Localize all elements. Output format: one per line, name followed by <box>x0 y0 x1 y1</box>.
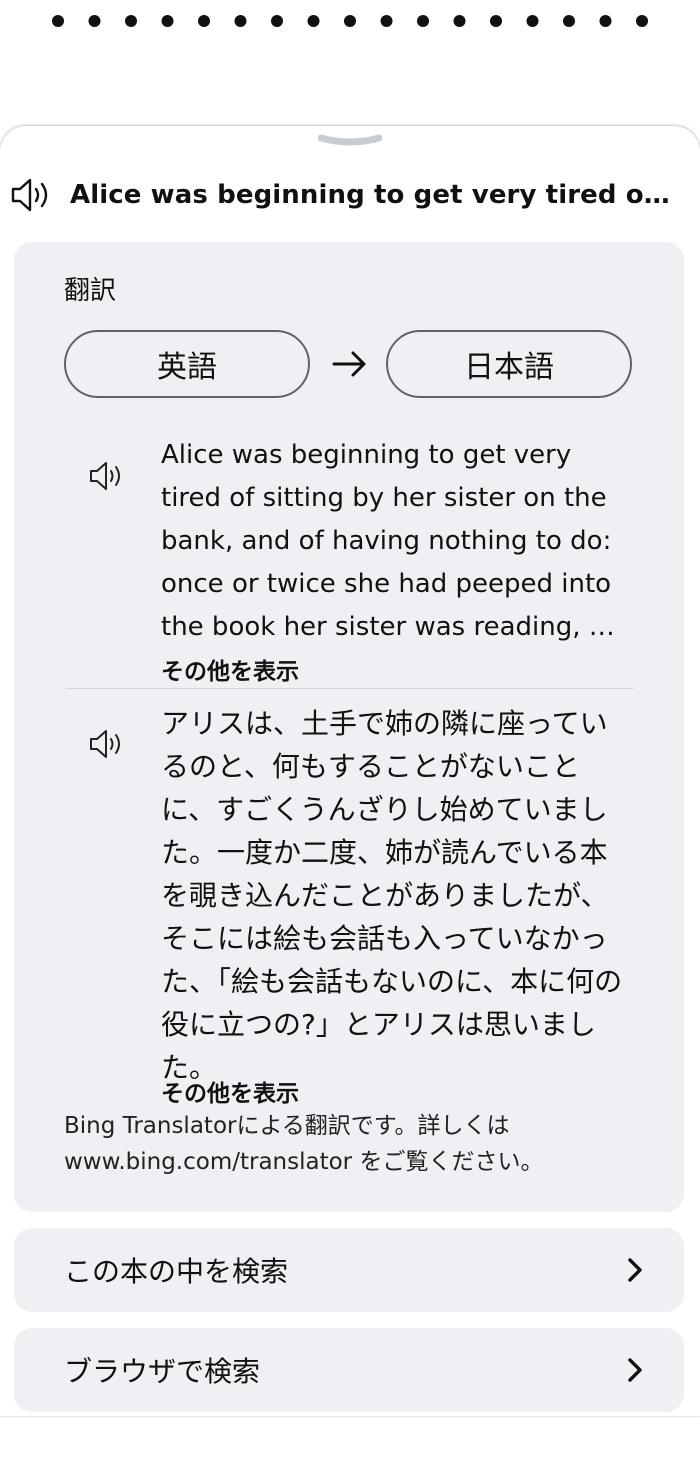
source-show-more-link[interactable]: その他を表示 <box>161 652 299 686</box>
source-text: Alice was beginning to get very tired of… <box>161 440 615 642</box>
search-in-book-label: この本の中を検索 <box>64 1255 289 1288</box>
page-progress-dots <box>52 12 652 30</box>
target-language-button[interactable]: 日本語 <box>386 330 632 398</box>
chevron-right-icon <box>628 1358 642 1382</box>
translation-speaker-icon[interactable] <box>84 724 132 764</box>
search-in-browser-button[interactable]: ブラウザで検索 <box>14 1328 684 1412</box>
divider <box>66 688 634 689</box>
translation-show-more-link[interactable]: その他を表示 <box>161 1074 299 1108</box>
chevron-right-icon <box>628 1258 642 1282</box>
speaker-icon[interactable] <box>8 174 56 216</box>
selected-text-heading: Alice was beginning to get very tired of… <box>70 180 670 210</box>
search-in-browser-label: ブラウザで検索 <box>64 1355 261 1388</box>
translation-section-title: 翻訳 <box>64 276 117 306</box>
translation-screen: Alice was beginning to get very tired of… <box>0 0 700 1477</box>
search-in-book-button[interactable]: この本の中を検索 <box>14 1228 684 1312</box>
arrow-right-icon <box>330 344 370 384</box>
translation-bottom-sheet: Alice was beginning to get very tired of… <box>0 126 700 1416</box>
translated-text: アリスは、土手で姉の隣に座っているのと、何もすることがないことに、すごくうんざり… <box>161 707 623 1084</box>
bing-translator-credit: Bing Translatorによる翻訳です。詳しくは www.bing.com… <box>64 1113 544 1175</box>
source-speaker-icon[interactable] <box>84 456 132 496</box>
sheet-drag-handle[interactable] <box>317 134 383 150</box>
selected-text-row: Alice was beginning to get very tired of… <box>8 174 688 216</box>
source-language-button[interactable]: 英語 <box>64 330 310 398</box>
translation-card: 翻訳 英語 日本語 Alice was beginning to get ver… <box>14 242 684 1212</box>
